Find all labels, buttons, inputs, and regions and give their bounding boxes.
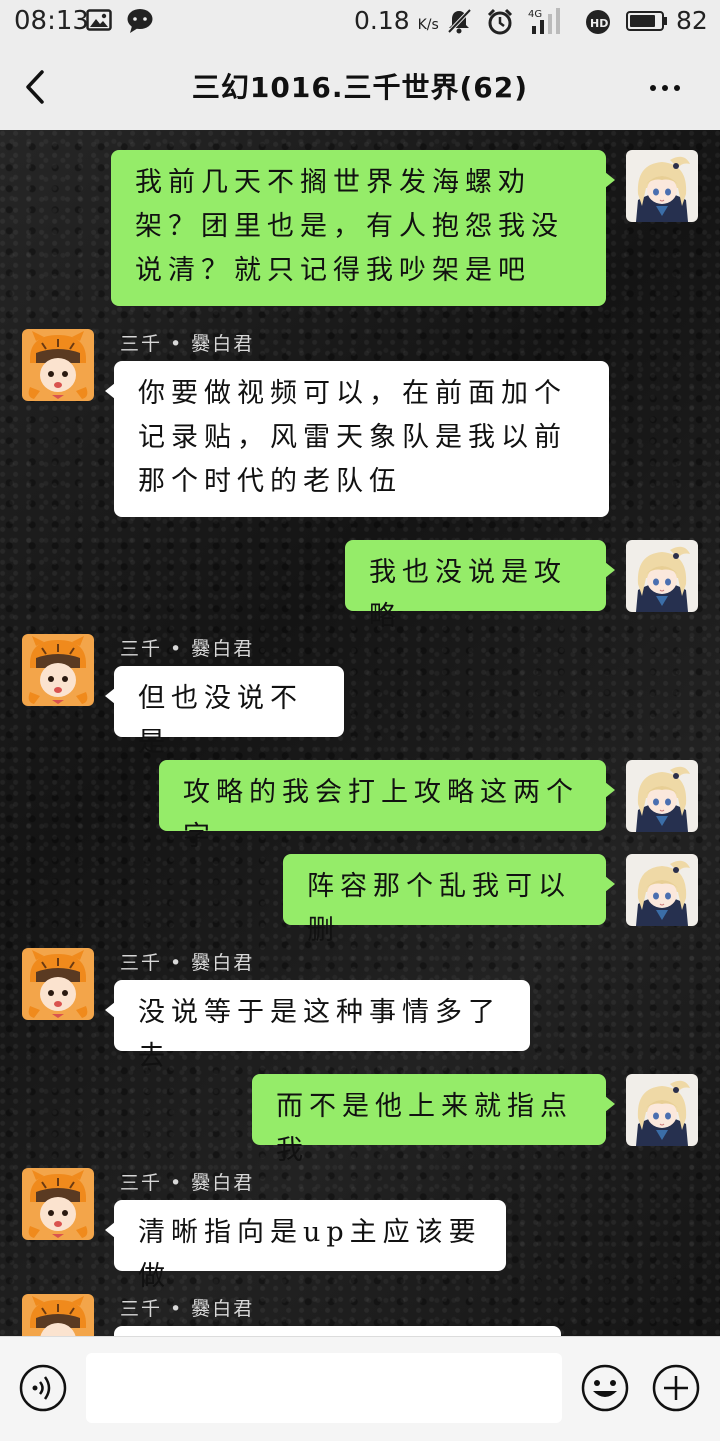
battery-icon [626, 11, 664, 31]
plus-icon[interactable] [651, 1363, 701, 1413]
message-bubble-mine[interactable]: 我前几天不搁世界发海螺劝架？团里也是，有人抱怨我没说清？就只记得我吵架是吧 [111, 150, 615, 306]
svg-text:HD: HD [590, 17, 608, 30]
my-avatar[interactable] [626, 1074, 698, 1146]
my-avatar[interactable] [626, 150, 698, 222]
image-icon [86, 8, 112, 36]
message-bubble-other[interactable]: 但也没说不是 [105, 666, 344, 758]
mute-icon [446, 8, 472, 38]
chat-bubble-icon [126, 8, 154, 38]
message-bubble-mine[interactable]: 而不是他上来就指点我 [252, 1074, 615, 1166]
contact-avatar[interactable] [22, 634, 94, 706]
message-bubble-other[interactable]: 清晰指向是up主应该要做 [105, 1200, 506, 1292]
message-bubble-mine[interactable]: 攻略的我会打上攻略这两个字 [159, 760, 615, 852]
chat-area[interactable]: 我前几天不搁世界发海螺劝架？团里也是，有人抱怨我没说清？就只记得我吵架是吧 三千… [0, 130, 720, 1336]
signal-icon: 4G [526, 6, 570, 40]
contact-avatar[interactable] [22, 329, 94, 401]
status-time: 08:13 [14, 6, 89, 36]
sender-name: 三千 • 爨白君 [120, 333, 255, 355]
input-bar [0, 1336, 720, 1441]
emoji-icon[interactable] [580, 1363, 630, 1413]
my-avatar[interactable] [626, 760, 698, 832]
battery-tip [664, 17, 667, 25]
contact-avatar[interactable] [22, 948, 94, 1020]
more-dots-icon[interactable] [640, 68, 690, 108]
sender-name: 三千 • 爨白君 [120, 1298, 255, 1320]
my-avatar[interactable] [626, 854, 698, 926]
message-bubble-mine[interactable]: 阵容那个乱我可以删 [283, 854, 615, 946]
chat-header: 三幻1016.三千世界(62) [0, 44, 720, 130]
message-bubble-other[interactable]: 没说等于是这种事情多了去 [105, 980, 530, 1072]
message-input[interactable] [86, 1353, 562, 1423]
message-bubble-other[interactable] [114, 1326, 561, 1336]
sender-name: 三千 • 爨白君 [120, 952, 255, 974]
sender-name: 三千 • 爨白君 [120, 638, 255, 660]
battery-level: 82 [676, 6, 708, 35]
my-avatar[interactable] [626, 540, 698, 612]
alarm-icon [486, 8, 514, 40]
message-bubble-other[interactable]: 你要做视频可以，在前面加个记录贴，风雷天象队是我以前那个时代的老队伍 [105, 361, 609, 517]
voice-icon[interactable] [18, 1363, 68, 1413]
contact-avatar[interactable] [22, 1294, 94, 1336]
sender-name: 三千 • 爨白君 [120, 1172, 255, 1194]
status-bar: 08:13 0.18 K/s 4G HD 82 [0, 0, 720, 44]
page-title: 三幻1016.三千世界(62) [191, 71, 529, 104]
chevron-left-icon[interactable] [14, 64, 58, 110]
svg-text:4G: 4G [528, 9, 542, 20]
contact-avatar[interactable] [22, 1168, 94, 1240]
hd-icon: HD [584, 8, 612, 40]
network-speed: 0.18 K/s [354, 6, 439, 35]
message-bubble-mine[interactable]: 我也没说是攻略 [345, 540, 615, 632]
